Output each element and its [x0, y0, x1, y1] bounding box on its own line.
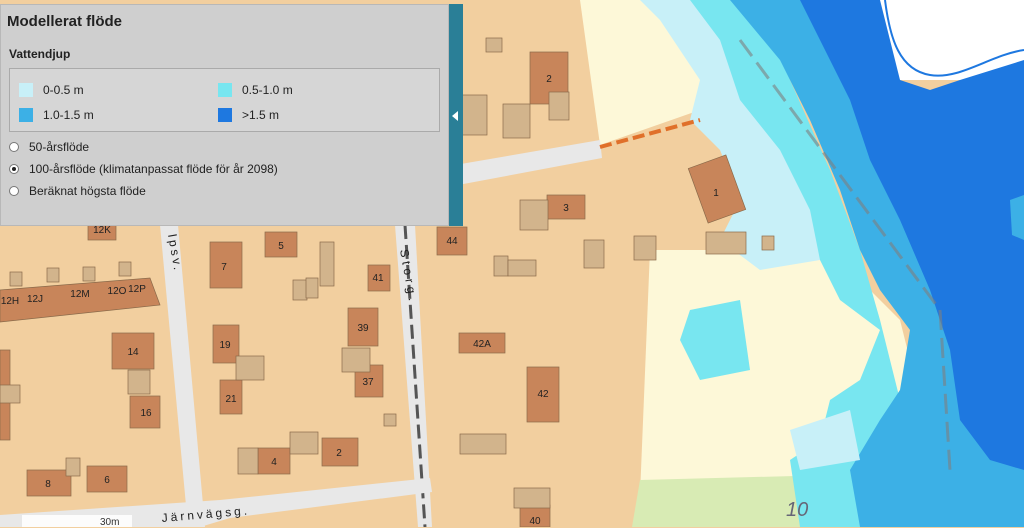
svg-text:37: 37 [362, 377, 374, 388]
svg-text:3: 3 [563, 203, 569, 214]
svg-text:42: 42 [537, 389, 549, 400]
legend-label: 1.0-1.5 m [43, 108, 94, 122]
legend-label: 0.5-1.0 m [242, 83, 293, 97]
panel-title: Modellerat flöde [7, 13, 123, 30]
radio-button-selected[interactable] [9, 164, 19, 174]
option-label: Beräknat högsta flöde [29, 184, 146, 198]
svg-text:8: 8 [45, 479, 51, 490]
svg-text:7: 7 [221, 262, 227, 273]
svg-text:4: 4 [271, 457, 277, 468]
svg-text:14: 14 [127, 347, 139, 358]
svg-text:42A: 42A [473, 339, 491, 350]
option-label: 100-årsflöde (klimatanpassat flöde för å… [29, 162, 278, 176]
svg-text:21: 21 [225, 394, 237, 405]
flood-legend-panel: Modellerat flöde Vattendjup 0-0.5 m 0.5-… [0, 4, 449, 226]
option-highest-flow[interactable]: Beräknat högsta flöde [9, 184, 146, 198]
svg-text:12K: 12K [93, 225, 111, 236]
scale-bar: 30m [22, 515, 132, 528]
svg-text:12M: 12M [70, 289, 89, 300]
svg-text:19: 19 [219, 340, 231, 351]
legend-subtitle: Vattendjup [9, 47, 71, 61]
radio-button[interactable] [9, 186, 19, 196]
legend-item: 0-0.5 m [19, 83, 84, 97]
svg-text:2: 2 [546, 74, 552, 85]
legend-item: >1.5 m [218, 108, 279, 122]
svg-text:39: 39 [357, 323, 369, 334]
svg-text:1: 1 [713, 188, 719, 199]
legend-item: 0.5-1.0 m [218, 83, 293, 97]
legend-item: 1.0-1.5 m [19, 108, 94, 122]
option-label: 50-årsflöde [29, 140, 90, 154]
collapse-panel-button[interactable] [449, 4, 463, 226]
chevron-left-icon [452, 111, 458, 121]
svg-text:16: 16 [140, 408, 152, 419]
scale-label: 30m [100, 517, 120, 528]
svg-text:12O: 12O [108, 286, 127, 297]
option-100-year[interactable]: 100-årsflöde (klimatanpassat flöde för å… [9, 162, 278, 176]
legend-label: 0-0.5 m [43, 83, 84, 97]
svg-text:5: 5 [278, 241, 284, 252]
svg-text:44: 44 [446, 236, 458, 247]
legend-swatch [218, 83, 232, 97]
svg-text:12P: 12P [128, 284, 146, 295]
legend-swatch [19, 83, 33, 97]
svg-text:40: 40 [529, 516, 541, 527]
svg-text:2: 2 [336, 448, 342, 459]
svg-text:41: 41 [372, 273, 384, 284]
option-50-year[interactable]: 50-årsflöde [9, 140, 89, 154]
svg-text:6: 6 [104, 475, 110, 486]
svg-text:12H: 12H [1, 296, 19, 307]
legend-swatch [19, 108, 33, 122]
legend-swatch [218, 108, 232, 122]
svg-text:10: 10 [786, 499, 808, 521]
svg-text:12J: 12J [27, 294, 43, 305]
radio-button[interactable] [9, 142, 19, 152]
legend-box: 0-0.5 m 0.5-1.0 m 1.0-1.5 m >1.5 m [9, 68, 440, 132]
legend-label: >1.5 m [242, 108, 280, 122]
